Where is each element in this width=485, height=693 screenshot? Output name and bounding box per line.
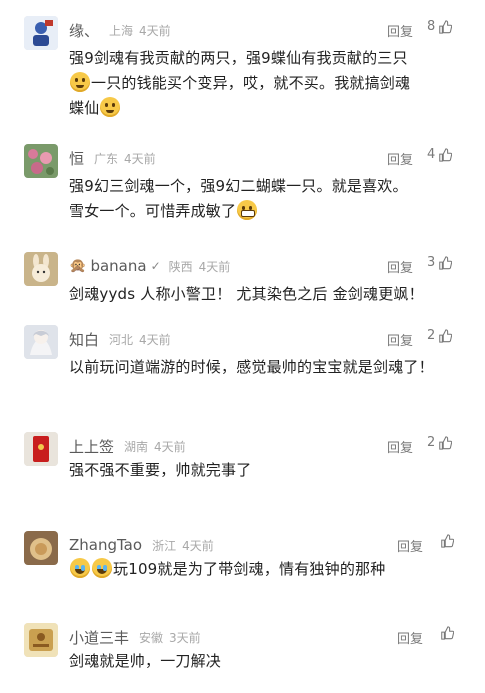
comment-text: 剑魂yyds 人称小警卫！ 尤其染色之后 金剑魂更飒！ bbox=[69, 285, 424, 303]
food-photo-icon bbox=[24, 531, 58, 565]
avatar[interactable] bbox=[24, 325, 58, 359]
comment-time: 4天前 bbox=[124, 151, 156, 166]
avatar[interactable] bbox=[24, 144, 58, 178]
embarrassed-emoji bbox=[70, 72, 90, 92]
comment-time: 4天前 bbox=[182, 538, 214, 553]
comment-text: 强9剑魂有我贡献的两只，强9蝶仙有我贡献的三只 一只的钱能买个变异，哎，就不买。… bbox=[69, 49, 411, 117]
vip-badge-icon: 🙊 bbox=[69, 258, 87, 274]
thumbs-up-icon bbox=[439, 19, 453, 34]
thumbs-up-icon bbox=[441, 534, 454, 548]
comment-time: 4天前 bbox=[139, 332, 171, 347]
like-count: 3 bbox=[427, 255, 436, 270]
like-button[interactable]: 2 bbox=[427, 435, 453, 450]
comment-text: 玩109就是为了带剑魂，情有独钟的那种 bbox=[69, 557, 469, 582]
thumbs-up-icon bbox=[439, 255, 453, 270]
comment-text: 以前玩问道端游的时候，感觉最帅的宝宝就是剑魂了！ bbox=[69, 358, 434, 376]
comment-text: 强不强不重要，帅就完事了 bbox=[69, 461, 252, 479]
avatar[interactable] bbox=[24, 623, 58, 657]
user-region: 浙江 bbox=[152, 538, 177, 553]
like-count: 2 bbox=[427, 328, 436, 343]
like-count: 8 bbox=[427, 19, 436, 34]
reply-button[interactable]: 回复 bbox=[387, 21, 413, 40]
like-button[interactable]: 2 bbox=[427, 328, 453, 343]
tears-of-joy-emoji bbox=[70, 558, 90, 578]
grin-emoji bbox=[237, 200, 258, 220]
cartoon-rabbit-icon bbox=[24, 252, 58, 286]
verified-check-icon: ✓ bbox=[150, 259, 161, 273]
username[interactable]: 缘、 bbox=[69, 20, 99, 41]
thumbs-up-icon bbox=[441, 626, 454, 640]
username[interactable]: 小道三丰 bbox=[69, 627, 129, 648]
red-envelope-icon bbox=[24, 432, 58, 466]
like-button[interactable]: 8 bbox=[427, 19, 453, 34]
like-button[interactable]: 4 bbox=[427, 147, 453, 162]
username[interactable]: banana bbox=[90, 257, 146, 275]
comment-text: 强9幻三剑魂一个，强9幻二蝴蝶一只。就是喜欢。 雪女一个。可惜弄成敏了 bbox=[69, 177, 408, 220]
comment-text: 剑魂就是帅，一刀解决 bbox=[69, 652, 222, 670]
reply-button[interactable]: 回复 bbox=[387, 437, 413, 456]
user-region: 陕西 bbox=[168, 259, 193, 274]
reply-button[interactable]: 回复 bbox=[397, 628, 423, 647]
user-region: 湖南 bbox=[124, 439, 149, 454]
reply-button[interactable]: 回复 bbox=[387, 149, 413, 168]
avatar[interactable] bbox=[24, 531, 58, 565]
username[interactable]: 上上签 bbox=[69, 436, 114, 457]
username[interactable]: ZhangTao bbox=[69, 536, 142, 554]
comment-time: 4天前 bbox=[139, 23, 171, 38]
user-region: 河北 bbox=[109, 332, 134, 347]
thumbs-up-icon bbox=[439, 328, 453, 343]
username[interactable]: 知白 bbox=[69, 329, 99, 350]
like-button[interactable]: 3 bbox=[427, 255, 453, 270]
blue-character-icon bbox=[24, 16, 58, 50]
comment-time: 4天前 bbox=[154, 439, 186, 454]
embarrassed-emoji bbox=[100, 97, 121, 117]
avatar[interactable] bbox=[24, 252, 58, 286]
avatar[interactable] bbox=[24, 432, 58, 466]
stamp-logo-icon bbox=[24, 623, 58, 657]
user-region: 安徽 bbox=[139, 630, 164, 645]
flowers-photo-icon bbox=[24, 144, 58, 178]
reply-button[interactable]: 回复 bbox=[397, 536, 423, 555]
like-button[interactable] bbox=[440, 626, 454, 640]
tears-of-joy-emoji bbox=[92, 558, 112, 578]
reply-button[interactable]: 回复 bbox=[387, 257, 413, 276]
avatar[interactable] bbox=[24, 16, 58, 50]
comment-time: 3天前 bbox=[169, 630, 201, 645]
comment-time: 4天前 bbox=[198, 259, 231, 274]
thumbs-up-icon bbox=[439, 435, 453, 450]
username[interactable]: 恒 bbox=[69, 148, 84, 169]
thumbs-up-icon bbox=[439, 147, 453, 162]
reply-button[interactable]: 回复 bbox=[387, 330, 413, 349]
like-count: 4 bbox=[427, 147, 436, 162]
like-count: 2 bbox=[427, 435, 436, 450]
user-region: 广东 bbox=[94, 151, 119, 166]
like-button[interactable] bbox=[440, 534, 454, 548]
anime-character-icon bbox=[24, 325, 58, 359]
user-region: 上海 bbox=[109, 23, 134, 38]
